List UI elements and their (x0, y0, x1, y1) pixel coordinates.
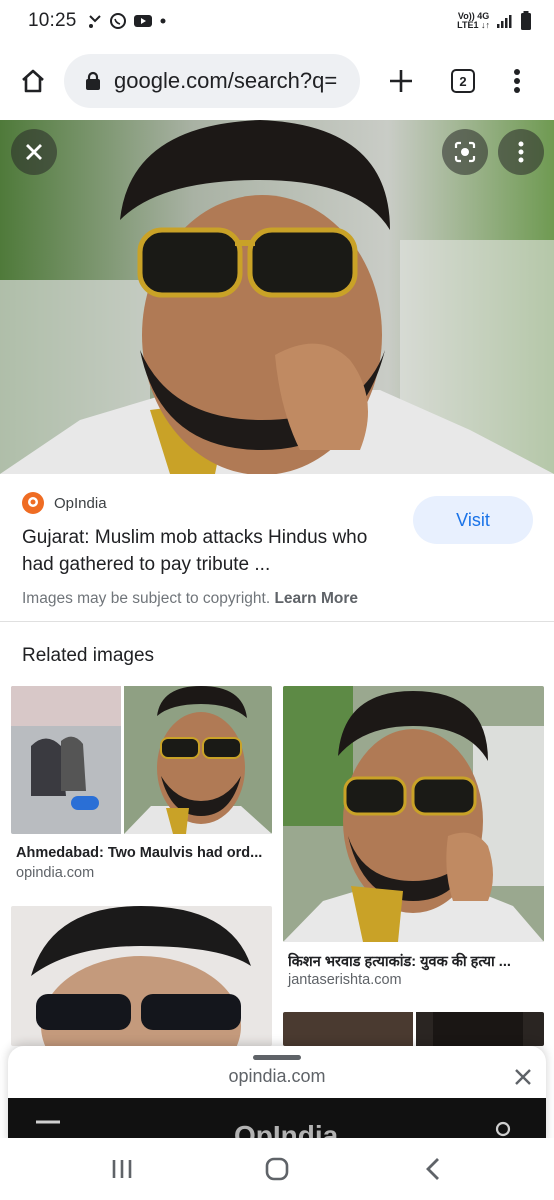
opindia-logo-icon (22, 492, 44, 514)
home-icon (22, 69, 44, 93)
related-item-title[interactable]: Ahmedabad: Two Maulvis had ord... (16, 845, 266, 861)
system-navigation-bar (0, 1138, 554, 1200)
result-title[interactable]: Gujarat: Muslim mob attacks Hindus who h… (22, 524, 402, 578)
browser-menu-button[interactable] (498, 62, 536, 100)
related-image-4 (283, 1012, 544, 1046)
tab-count: 2 (451, 69, 475, 93)
result-image[interactable] (0, 120, 554, 474)
battery-icon (521, 11, 531, 30)
url-text: google.com/search?q= (114, 68, 338, 93)
lock-icon (86, 71, 100, 90)
status-time: 10:25 (28, 10, 77, 31)
status-system-icons: Vo)) 4G LTE1 ↓↑ (457, 11, 532, 31)
home-button[interactable] (14, 62, 52, 100)
home-nav-button[interactable] (257, 1152, 297, 1186)
related-image-thumbnail[interactable] (11, 906, 272, 1046)
visit-button[interactable]: Visit (413, 496, 533, 544)
related-image-3 (11, 906, 272, 1046)
related-image-1 (11, 686, 272, 834)
sheet-url: opindia.com (228, 1066, 326, 1086)
source-name: OpIndia (54, 494, 107, 512)
learn-more-link[interactable]: Learn More (274, 590, 358, 607)
more-vert-icon (518, 141, 524, 163)
close-icon (515, 1069, 531, 1085)
lens-icon (454, 141, 476, 163)
recent-apps-button[interactable] (102, 1152, 142, 1186)
more-notifications-dot-icon (160, 18, 166, 24)
hamburger-menu-icon (36, 1120, 60, 1124)
signal-icon (497, 15, 512, 28)
related-images-heading: Related images (22, 645, 155, 666)
image-options-button[interactable] (498, 129, 544, 175)
youtube-icon (133, 15, 152, 27)
home-circle-icon (265, 1157, 289, 1181)
related-image-thumbnail[interactable] (283, 1012, 544, 1046)
divider (0, 621, 554, 622)
new-tab-button[interactable] (382, 62, 420, 100)
close-icon (26, 144, 42, 160)
network-label: Vo)) 4G LTE1 ↓↑ (457, 11, 490, 30)
related-image-2 (283, 686, 544, 942)
recent-apps-icon (112, 1160, 132, 1178)
back-chevron-icon (426, 1158, 439, 1180)
missed-call-icon (88, 15, 101, 28)
related-item-domain: jantaserishta.com (288, 972, 402, 988)
sheet-drag-handle[interactable] (253, 1055, 301, 1060)
browser-toolbar: google.com/search?q= 2 (0, 46, 554, 116)
related-image-thumbnail[interactable] (283, 686, 544, 942)
close-image-button[interactable] (11, 129, 57, 175)
plus-icon (390, 70, 412, 92)
related-item-domain: opindia.com (16, 865, 95, 881)
related-image-thumbnail[interactable] (11, 686, 272, 834)
more-vert-icon (514, 69, 520, 93)
related-item-title[interactable]: किशन भरवाड हत्याकांड: युवक की हत्या ... (288, 951, 538, 971)
copyright-notice: Images may be subject to copyright. Lear… (22, 590, 358, 608)
sheet-close-button[interactable] (508, 1062, 538, 1092)
status-notification-icons (87, 12, 167, 30)
tab-switcher-button[interactable]: 2 (444, 62, 482, 100)
page-preview-sheet[interactable]: opindia.com OpIndia (8, 1046, 546, 1146)
google-lens-button[interactable] (442, 129, 488, 175)
back-button[interactable] (413, 1152, 453, 1186)
address-bar[interactable]: google.com/search?q= (64, 54, 360, 108)
status-bar: 10:25 Vo)) 4G LTE1 ↓↑ (0, 0, 554, 42)
copyright-text: Images may be subject to copyright. (22, 590, 271, 607)
whatsapp-icon (109, 13, 126, 29)
source-row[interactable]: OpIndia (22, 492, 107, 514)
